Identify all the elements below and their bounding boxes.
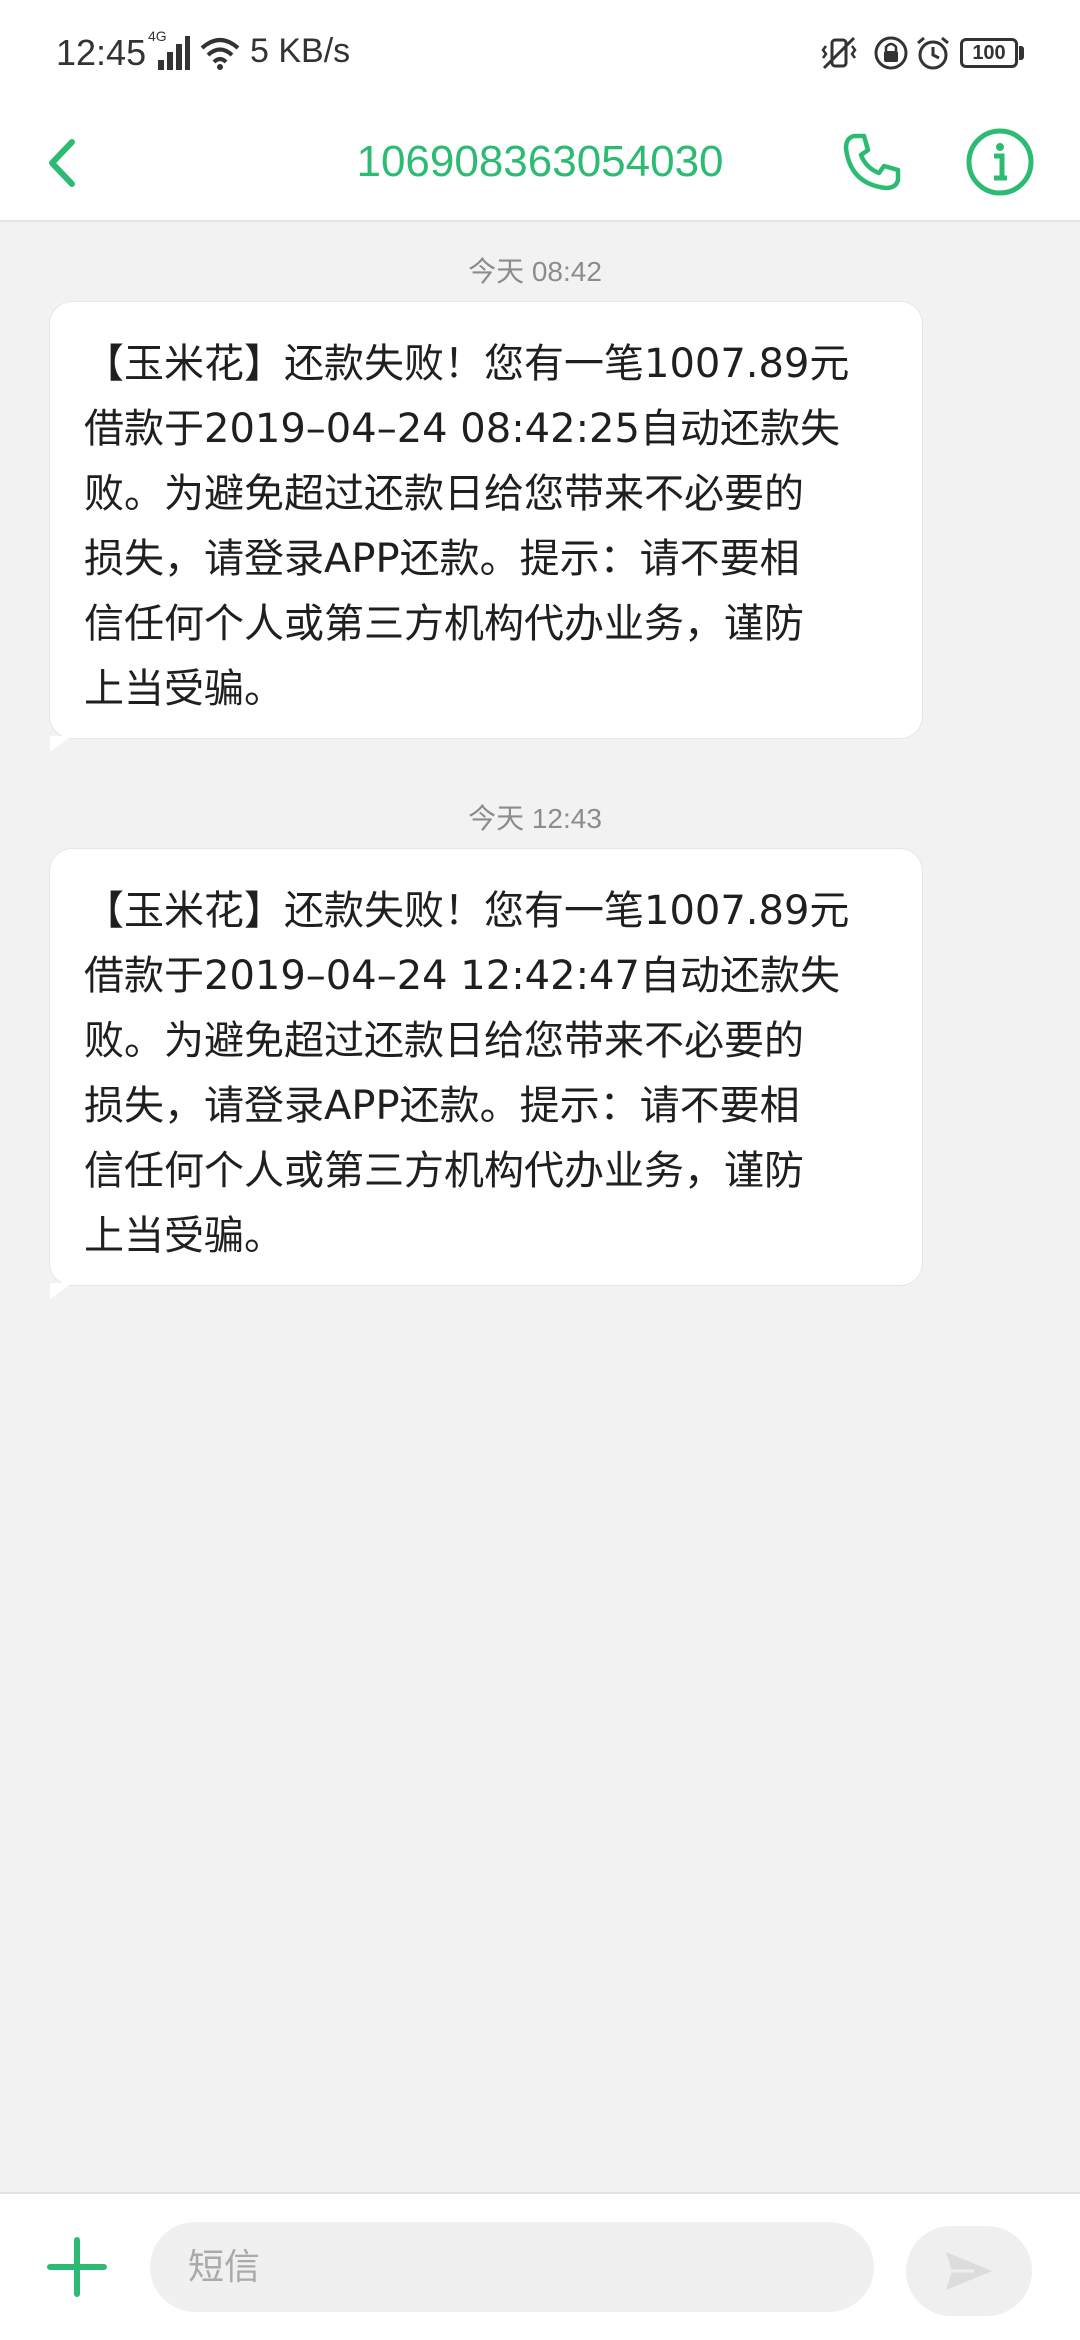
send-icon (946, 2252, 992, 2290)
message-line: 败。为避免超过还款日给您带来不必要的 (84, 471, 804, 517)
info-icon[interactable] (962, 124, 1038, 200)
status-bar: 12:45 4G 5 KB/s 100 (0, 0, 1080, 108)
composer-bar (0, 2192, 1080, 2340)
message-timestamp: 今天 08:42 (468, 256, 602, 287)
message-input[interactable] (150, 2222, 874, 2312)
bubble-tail (50, 1283, 72, 1299)
message-line: 上当受骗。 (84, 1213, 284, 1259)
message-line: 败。为避免超过还款日给您带来不必要的 (84, 1018, 804, 1064)
phone-icon[interactable] (836, 126, 908, 198)
message-line: 上当受骗。 (84, 666, 284, 712)
contact-title: 106908363054030 (356, 137, 724, 186)
bubble-tail (50, 736, 72, 752)
message-timestamp: 今天 12:43 (468, 803, 602, 834)
conversation-header: 106908363054030 (0, 108, 1080, 222)
message-bubble[interactable]: 【玉米花】还款失败！您有一笔1007.89元 借款于2019–04–24 12:… (50, 849, 922, 1299)
signal-icon (158, 36, 190, 70)
vibrate-icon (821, 36, 857, 70)
plus-icon[interactable] (44, 2234, 110, 2300)
message-bubble[interactable]: 【玉米花】还款失败！您有一笔1007.89元 借款于2019–04–24 08:… (50, 302, 922, 752)
status-time: 12:45 (56, 32, 147, 73)
back-arrow-icon[interactable] (30, 128, 100, 198)
message-line: 借款于2019–04–24 12:42:47自动还款失 (84, 953, 840, 999)
battery-tip (1019, 46, 1024, 60)
message-line: 损失，请登录APP还款。提示：请不要相 (84, 536, 800, 582)
message-line: 损失，请登录APP还款。提示：请不要相 (84, 1083, 800, 1129)
wifi-icon (200, 38, 240, 70)
battery-icon: 100 (960, 38, 1018, 68)
alarm-icon (917, 36, 949, 70)
send-button[interactable] (906, 2226, 1032, 2316)
message-line: 【玉米花】还款失败！您有一笔1007.89元 (84, 341, 850, 387)
message-line: 借款于2019–04–24 08:42:25自动还款失 (84, 406, 840, 452)
message-line: 信任何个人或第三方机构代办业务，谨防 (84, 601, 804, 647)
network-speed: 5 KB/s (250, 32, 351, 70)
lock-rotation-icon (874, 36, 908, 70)
message-line: 【玉米花】还款失败！您有一笔1007.89元 (84, 888, 850, 934)
message-line: 信任何个人或第三方机构代办业务，谨防 (84, 1148, 804, 1194)
messaging-screen: 12:45 4G 5 KB/s 100 106908363054030 今天 0… (0, 0, 1080, 2340)
